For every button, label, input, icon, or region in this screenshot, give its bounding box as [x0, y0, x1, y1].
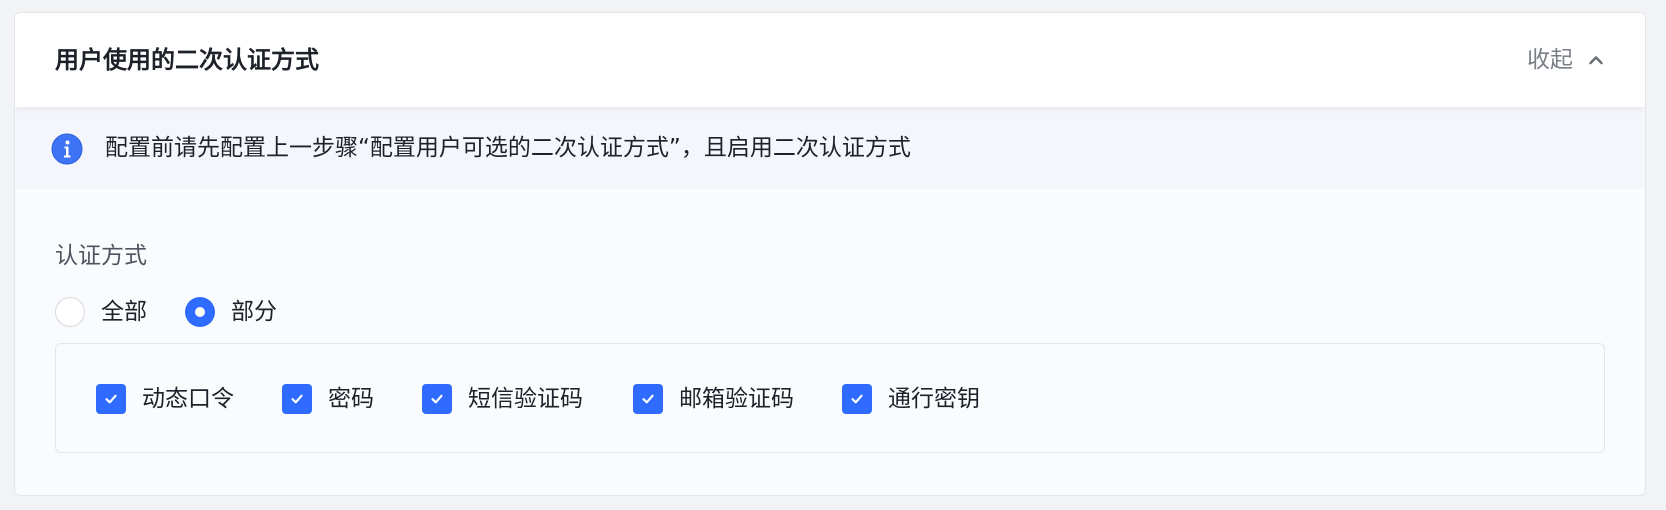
radio-all[interactable]: 全部: [55, 295, 147, 329]
check-icon: [642, 394, 654, 404]
checkbox-sms-code[interactable]: 短信验证码: [422, 382, 583, 416]
radio-circle-checked[interactable]: [185, 297, 215, 327]
checkbox-label: 短信验证码: [468, 386, 583, 412]
radio-circle[interactable]: [55, 297, 85, 327]
chevron-up-icon: [1587, 51, 1605, 69]
checkbox-password[interactable]: 密码: [282, 382, 374, 416]
card-title: 用户使用的二次认证方式: [55, 46, 319, 74]
collapse-label: 收起: [1527, 47, 1573, 73]
checkbox-label: 邮箱验证码: [679, 386, 794, 412]
check-icon: [105, 394, 117, 404]
check-icon: [291, 394, 303, 404]
checkbox-label: 动态口令: [142, 386, 234, 412]
auth-method-label: 认证方式: [55, 243, 147, 269]
auth-methods-list: 动态口令 密码 短信验证码 邮箱验证码 通行密钥: [96, 382, 980, 416]
auth-scope-radio-group: 全部 部分: [55, 295, 315, 329]
checkbox-passkey[interactable]: 通行密钥: [842, 382, 980, 416]
checkbox-checked[interactable]: [842, 384, 872, 414]
checkbox-checked[interactable]: [633, 384, 663, 414]
check-icon: [431, 394, 443, 404]
radio-label: 部分: [231, 299, 277, 325]
radio-partial[interactable]: 部分: [185, 295, 277, 329]
checkbox-label: 密码: [328, 386, 374, 412]
checkbox-checked[interactable]: [96, 384, 126, 414]
checkbox-checked[interactable]: [282, 384, 312, 414]
auth-methods-box: 动态口令 密码 短信验证码 邮箱验证码 通行密钥: [55, 343, 1605, 453]
card-header: 用户使用的二次认证方式 收起: [15, 13, 1645, 107]
notice-text: 配置前请先配置上一步骤“配置用户可选的二次认证方式”，且启用二次认证方式: [105, 135, 911, 161]
collapse-button[interactable]: 收起: [1527, 43, 1605, 77]
checkbox-checked[interactable]: [422, 384, 452, 414]
radio-label: 全部: [101, 299, 147, 325]
notice-banner: 配置前请先配置上一步骤“配置用户可选的二次认证方式”，且启用二次认证方式: [15, 107, 1645, 189]
checkbox-label: 通行密钥: [888, 386, 980, 412]
checkbox-email-code[interactable]: 邮箱验证码: [633, 382, 794, 416]
check-icon: [851, 394, 863, 404]
checkbox-otp[interactable]: 动态口令: [96, 382, 234, 416]
mfa-method-card: 用户使用的二次认证方式 收起 配置前请先配置上一步骤“配置用户可选的二次认证方式…: [14, 12, 1646, 496]
info-icon: [51, 133, 83, 165]
